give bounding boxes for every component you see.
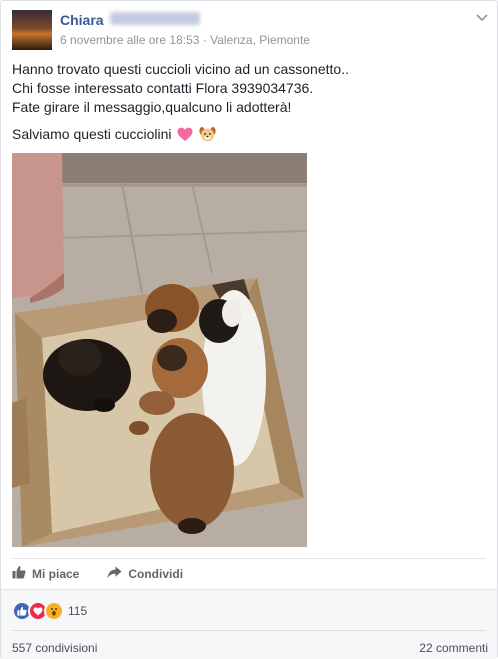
post-line: Chi fosse interessato contatti Flora 393… bbox=[12, 80, 314, 96]
post-timestamp[interactable]: 6 novembre alle ore 18:53 bbox=[60, 33, 199, 47]
post-line: Fate girare il messaggio,qualcuno li ado… bbox=[12, 99, 292, 115]
post-closing-text: Salviamo questi cucciolini bbox=[12, 126, 172, 142]
chevron-down-icon[interactable] bbox=[476, 10, 488, 25]
like-button[interactable]: Mi piace bbox=[12, 565, 79, 582]
share-arrow-icon bbox=[107, 566, 122, 582]
wow-reaction-icon bbox=[44, 601, 64, 621]
blurred-surname bbox=[110, 12, 200, 25]
post-location[interactable]: Valenza, Piemonte bbox=[210, 33, 310, 47]
footer-divider bbox=[12, 630, 486, 631]
divider bbox=[12, 558, 486, 559]
dog-face-emoji-icon bbox=[199, 126, 216, 147]
like-label: Mi piace bbox=[32, 566, 80, 581]
post-card: Chiara 6 novembre alle ore 18:53 · Valen… bbox=[0, 0, 498, 659]
author-name[interactable]: Chiara bbox=[60, 12, 104, 28]
reactions-summary[interactable]: 115 bbox=[12, 601, 87, 621]
reactions-count: 115 bbox=[68, 604, 88, 618]
post-closing-line: Salviamo questi cucciolini bbox=[12, 125, 482, 147]
post-text: Hanno trovato questi cuccioli vicino ad … bbox=[12, 60, 482, 147]
post-photo[interactable] bbox=[12, 153, 307, 547]
post-meta: 6 novembre alle ore 18:53 · Valenza, Pie… bbox=[60, 33, 310, 47]
comments-count[interactable]: 22 commenti bbox=[419, 641, 488, 655]
post-line: Hanno trovato questi cuccioli vicino ad … bbox=[12, 61, 349, 77]
post-actions: Mi piace Condividi bbox=[12, 565, 183, 582]
share-label: Condividi bbox=[128, 566, 184, 581]
post-footer: 115 557 condivisioni 22 commenti bbox=[1, 589, 497, 659]
shares-count[interactable]: 557 condivisioni bbox=[12, 641, 97, 655]
author-avatar[interactable] bbox=[12, 10, 52, 50]
thumbs-up-icon bbox=[12, 565, 26, 582]
meta-separator: · bbox=[202, 33, 207, 47]
share-button[interactable]: Condividi bbox=[107, 565, 183, 582]
heart-emoji-icon bbox=[177, 127, 193, 147]
